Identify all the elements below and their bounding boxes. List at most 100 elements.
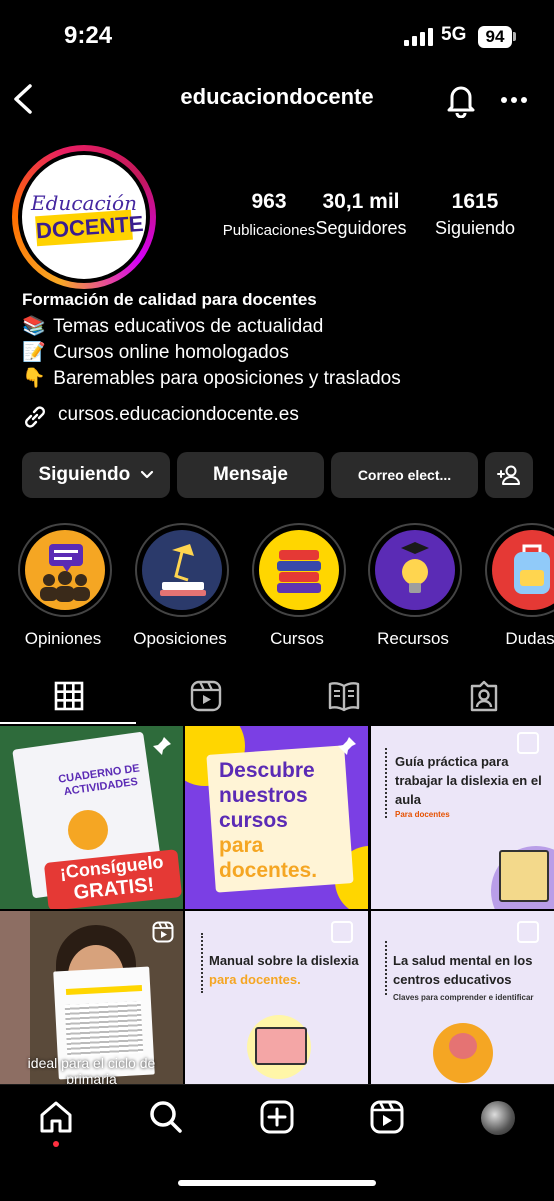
post-thumbnail[interactable]: Descubre nuestros cursos para docentes.: [185, 726, 368, 909]
stat-followers-value: 30,1 mil: [322, 190, 400, 213]
highlight-oposiciones[interactable]: Oposiciones: [133, 523, 229, 649]
stat-following[interactable]: 1615 Siguiendo: [420, 190, 530, 239]
bio-line-text: Temas educativos de actualidad: [52, 316, 324, 337]
more-options-icon[interactable]: [498, 86, 530, 114]
highlight-cover: [375, 530, 455, 610]
post-thumbnail[interactable]: Guía práctica para trabajar la dislexia …: [371, 726, 554, 909]
post-text: centros educativos: [393, 972, 512, 987]
bio-line-text: Cursos online homologados: [53, 342, 289, 363]
tab-grid[interactable]: [0, 675, 138, 721]
logo-text-bottom: DOCENTE: [35, 209, 144, 247]
bio-link-text[interactable]: cursos.educaciondocente.es: [58, 404, 299, 425]
multi-photo-icon: [517, 732, 539, 754]
following-label: Siguiendo: [38, 464, 131, 485]
bell-icon[interactable]: [442, 80, 480, 118]
profile-avatar-icon[interactable]: [481, 1101, 515, 1135]
post-text: docentes.: [219, 859, 318, 882]
post-caption: ideal para el ciclo de: [27, 1055, 156, 1071]
bio-line: 📝 Cursos online homologados: [22, 340, 289, 364]
open-book-icon: [328, 682, 360, 712]
signal-icon: [404, 28, 433, 46]
post-text: Guía práctica para: [395, 754, 509, 769]
highlight-cover: [25, 530, 105, 610]
post-text: para docentes.: [209, 972, 301, 987]
highlight-label: Oposiciones: [133, 629, 227, 648]
active-tab-indicator: [0, 722, 136, 724]
highlight-ring: [252, 523, 346, 617]
highlight-ring: [368, 523, 462, 617]
pointing-down-icon: 👇: [22, 368, 46, 389]
bio-link[interactable]: cursos.educaciondocente.es: [22, 404, 299, 428]
post-subtext: Claves para comprender e identificar: [393, 993, 534, 1002]
post-thumbnail[interactable]: Manual sobre la dislexia para docentes.: [185, 911, 368, 1094]
stat-following-value: 1615: [451, 190, 499, 213]
highlight-label: Cursos: [270, 629, 324, 648]
highlight-ring: [135, 523, 229, 617]
post-text: Descubre: [219, 759, 315, 782]
highlight-label: Opiniones: [24, 629, 102, 648]
chevron-down-icon: [140, 470, 153, 479]
highlight-dudas[interactable]: Dudas: [485, 523, 554, 649]
post-thumbnail[interactable]: CUADERNO DE ACTIVIDADES ¡Consíguelo GRAT…: [0, 726, 183, 909]
reels-nav-icon[interactable]: [369, 1099, 405, 1135]
pin-icon: [338, 737, 356, 755]
suggest-users-button[interactable]: [485, 452, 533, 498]
bio-title: Formación de calidad para docentes: [22, 290, 317, 309]
post-text: nuestros: [219, 784, 308, 807]
highlight-opiniones[interactable]: Opiniones: [18, 523, 112, 649]
pin-icon: [153, 737, 171, 755]
post-text: para: [219, 834, 264, 857]
bio-line-text: Baremables para oposiciones y traslados: [53, 368, 401, 389]
network-type: 5G: [441, 24, 467, 45]
add-user-icon: [497, 465, 520, 485]
battery-indicator: 94: [478, 26, 512, 48]
tagged-user-icon: [470, 680, 498, 712]
following-button[interactable]: Siguiendo: [22, 452, 170, 498]
new-post-icon[interactable]: [259, 1099, 295, 1135]
backpack-icon: [514, 544, 550, 594]
stat-followers[interactable]: 30,1 mil Seguidores: [300, 190, 422, 239]
search-icon[interactable]: [148, 1099, 184, 1135]
status-time: 9:24: [64, 22, 113, 49]
multi-photo-icon: [331, 921, 353, 943]
post-thumbnail[interactable]: La salud mental en los centros educativo…: [371, 911, 554, 1094]
email-button[interactable]: Correo elect...: [331, 452, 478, 498]
highlight-cover: [142, 530, 222, 610]
grid-icon: [54, 681, 84, 711]
post-thumbnail[interactable]: ideal para el ciclo de primaria: [0, 911, 183, 1094]
books-icon: 📚: [22, 316, 46, 337]
highlight-cover: [259, 530, 339, 610]
post-text: La salud mental en los: [393, 953, 533, 968]
post-text: Manual sobre la dislexia: [209, 953, 359, 968]
tab-tagged[interactable]: [414, 675, 552, 721]
avatar[interactable]: Educación DOCENTE: [22, 155, 146, 279]
tab-guides[interactable]: [276, 675, 414, 721]
highlight-cursos[interactable]: Cursos: [252, 523, 346, 649]
stat-followers-label: Seguidores: [315, 218, 407, 238]
memo-icon: 📝: [22, 342, 46, 363]
home-icon[interactable]: [38, 1099, 74, 1135]
highlight-recursos[interactable]: Recursos: [368, 523, 462, 649]
message-button[interactable]: Mensaje: [177, 452, 324, 498]
highlight-label: Recursos: [377, 629, 449, 648]
tab-reels[interactable]: [138, 675, 276, 721]
battery-tip: [513, 32, 516, 41]
post-text: cursos: [219, 809, 288, 832]
bio-line: 📚 Temas educativos de actualidad: [22, 314, 323, 338]
multi-photo-icon: [517, 921, 539, 943]
lightbulb-icon: [401, 542, 429, 593]
post-subtext: Para docentes: [395, 810, 450, 819]
desk-lamp-icon: [160, 544, 206, 596]
highlight-ring: [485, 523, 554, 617]
bio-line: 👇 Baremables para oposiciones y traslado…: [22, 366, 401, 390]
home-indicator: [178, 1180, 376, 1186]
stacked-books-icon: [277, 550, 321, 593]
post-text: aula: [395, 792, 422, 807]
reel-icon: [152, 921, 174, 943]
highlight-ring: [18, 523, 112, 617]
link-icon: [25, 406, 45, 428]
stat-following-label: Siguiendo: [434, 218, 516, 238]
post-text: trabajar la dislexia en el: [395, 773, 542, 788]
highlight-label: Dudas: [505, 629, 554, 648]
highlight-cover: [492, 530, 554, 610]
